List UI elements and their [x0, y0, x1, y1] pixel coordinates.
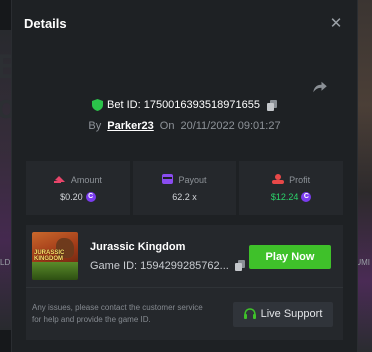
- stat-payout: Payout 62.2 x: [132, 161, 237, 215]
- jungle-ground: [32, 262, 78, 280]
- bet-datetime: 20/11/2022 09:01:27: [180, 120, 281, 132]
- payout-icon: [162, 174, 174, 186]
- profit-value-row: $12.24 C: [271, 192, 312, 202]
- live-support-label: Live Support: [260, 308, 323, 320]
- payout-label: Payout: [178, 175, 207, 185]
- background-caption-left: LD: [0, 258, 11, 267]
- game-info: Jurassic Kingdom Game ID: 1594299285762.…: [90, 241, 245, 272]
- profit-icon: [272, 174, 285, 186]
- game-id-row: Game ID: 1594299285762...: [90, 260, 245, 272]
- background-right-strip: [358, 0, 372, 352]
- game-id: Game ID: 1594299285762...: [90, 259, 229, 272]
- shield-icon: [92, 99, 104, 111]
- headset-icon: [243, 308, 256, 320]
- stat-amount-label-row: Amount: [53, 174, 102, 186]
- amount-value-row: $0.20 C: [60, 192, 96, 202]
- copy-icon[interactable]: [234, 260, 245, 271]
- live-support-button[interactable]: Live Support: [233, 301, 333, 327]
- modal-header: Details ✕: [12, 0, 357, 46]
- coin-icon: C: [301, 192, 312, 202]
- on-label: On: [159, 120, 175, 132]
- game-thumbnail[interactable]: JURASSIC KINGDOM: [32, 232, 78, 280]
- profit-value: $12.24: [270, 192, 299, 202]
- bet-stats: Amount $0.20 C Payout 62.2 x Profit $12.…: [26, 161, 344, 215]
- payout-value-row: 62.2 x: [172, 192, 197, 202]
- username-link[interactable]: Parker23: [107, 120, 154, 132]
- share-icon[interactable]: [311, 78, 329, 96]
- game-name: Jurassic Kingdom: [90, 240, 186, 253]
- bet-author-row: By Parker23 On 20/11/2022 09:01:27: [12, 120, 357, 132]
- stat-amount: Amount $0.20 C: [26, 161, 130, 215]
- amount-icon: [53, 174, 66, 186]
- details-modal: Details ✕ Bet ID: 1750016393518971655 By…: [11, 0, 358, 352]
- amount-value: $0.20: [60, 192, 83, 202]
- thumbnail-logo: JURASSIC KINGDOM: [34, 250, 65, 262]
- stat-payout-label-row: Payout: [162, 174, 207, 186]
- stat-profit-label-row: Profit: [272, 174, 310, 186]
- payout-value: 62.2 x: [172, 192, 197, 202]
- by-label: By: [88, 120, 102, 132]
- coin-icon: C: [85, 192, 96, 202]
- modal-title: Details: [24, 15, 67, 31]
- amount-label: Amount: [70, 175, 102, 185]
- game-card-top: JURASSIC KINGDOM Jurassic Kingdom Game I…: [26, 225, 343, 287]
- support-notice: Any issues, please contact the customer …: [32, 303, 203, 324]
- stat-profit: Profit $12.24 C: [239, 161, 344, 215]
- play-now-button[interactable]: Play Now: [249, 245, 331, 269]
- close-icon[interactable]: ✕: [327, 14, 345, 32]
- bet-id-row: Bet ID: 1750016393518971655: [12, 99, 357, 111]
- game-card: JURASSIC KINGDOM Jurassic Kingdom Game I…: [26, 225, 343, 340]
- profit-label: Profit: [289, 175, 311, 185]
- bet-id: Bet ID: 1750016393518971655: [107, 99, 260, 111]
- copy-icon[interactable]: [266, 99, 277, 111]
- game-card-bottom: Any issues, please contact the customer …: [26, 287, 343, 340]
